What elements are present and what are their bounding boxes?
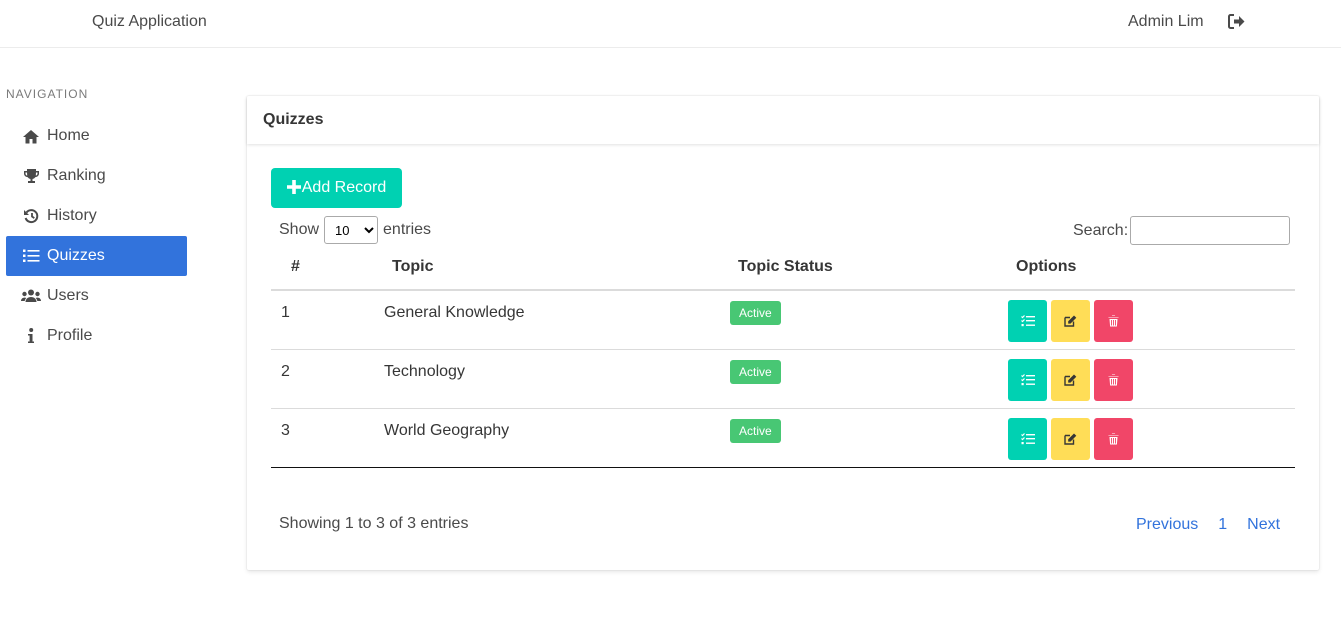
top-navbar: Quiz Application Admin Lim	[0, 0, 1341, 48]
sidebar-item-label: Ranking	[47, 167, 106, 184]
column-header-topic[interactable]: Topic	[384, 244, 730, 291]
trophy-icon	[21, 167, 41, 185]
info-icon	[21, 327, 41, 345]
next-page-link[interactable]: Next	[1247, 516, 1280, 534]
search-input[interactable]	[1130, 216, 1291, 245]
column-header-options[interactable]: Options	[1008, 244, 1295, 291]
home-icon	[21, 127, 41, 145]
previous-page-link[interactable]: Previous	[1136, 516, 1198, 534]
trash-icon	[1108, 373, 1119, 386]
card-title: Quizzes	[263, 111, 324, 128]
pagination: Previous 1 Next	[1136, 516, 1280, 534]
show-label: Show	[279, 221, 320, 238]
status-badge: Active	[730, 418, 781, 443]
users-icon	[21, 287, 41, 305]
edit-icon	[1064, 433, 1077, 445]
table-row: 3 World Geography Active	[271, 408, 1295, 468]
trash-icon	[1108, 432, 1119, 445]
page-1-link[interactable]: 1	[1218, 516, 1227, 534]
sidebar-item-label: History	[47, 207, 97, 224]
edit-button[interactable]	[1051, 358, 1090, 401]
search-control: Search:	[1073, 216, 1291, 245]
entries-length-control: Show 10 entries	[279, 216, 431, 244]
view-questions-button[interactable]	[1008, 358, 1047, 401]
add-record-label: Add Record	[301, 179, 387, 196]
tasks-icon	[1020, 315, 1035, 327]
sidebar-item-quizzes[interactable]: Quizzes	[6, 236, 187, 276]
tasks-icon	[1020, 373, 1035, 385]
edit-icon	[1064, 315, 1077, 327]
plus-icon	[286, 178, 301, 198]
sidebar-item-profile[interactable]: Profile	[6, 316, 187, 356]
entries-label: entries	[383, 221, 432, 238]
table-row: 1 General Knowledge Active	[271, 290, 1295, 350]
table-row: 2 Technology Active	[271, 349, 1295, 409]
sidebar-item-home[interactable]: Home	[6, 116, 187, 156]
view-questions-button[interactable]	[1008, 300, 1047, 342]
row-topic: General Knowledge	[384, 290, 730, 350]
view-questions-button[interactable]	[1008, 417, 1047, 460]
entries-select[interactable]: 10	[324, 216, 379, 244]
row-topic: Technology	[384, 349, 730, 409]
column-header-topic-status[interactable]: Topic Status	[730, 244, 1008, 291]
sidebar-menu: Home Ranking History Quizzes Users Profi…	[6, 116, 187, 356]
row-number: 3	[271, 408, 384, 468]
column-header-number[interactable]: #	[271, 244, 384, 291]
quizzes-card: Quizzes Add Record Show 10 entries Searc…	[247, 96, 1319, 570]
edit-icon	[1064, 374, 1077, 386]
table-header-row: # Topic Topic Status Options	[271, 244, 1295, 291]
edit-button[interactable]	[1051, 300, 1090, 342]
sidebar-item-label: Profile	[47, 327, 93, 344]
delete-button[interactable]	[1094, 300, 1133, 342]
sidebar-item-users[interactable]: Users	[6, 276, 187, 316]
history-icon	[21, 207, 41, 225]
edit-button[interactable]	[1051, 417, 1090, 460]
row-number: 2	[271, 349, 384, 409]
table-info: Showing 1 to 3 of 3 entries	[279, 515, 469, 532]
menu-label: NAVIGATION	[6, 87, 89, 101]
sign-out-icon[interactable]	[1228, 14, 1246, 32]
sidebar-item-label: Home	[47, 127, 90, 144]
delete-button[interactable]	[1094, 417, 1133, 460]
status-badge: Active	[730, 359, 781, 384]
tasks-icon	[1020, 432, 1035, 444]
sidebar-item-label: Quizzes	[47, 247, 105, 264]
card-header: Quizzes	[247, 96, 1319, 144]
list-icon	[21, 247, 41, 265]
sidebar-item-label: Users	[47, 287, 89, 304]
quizzes-table: # Topic Topic Status Options 1 General K…	[271, 244, 1295, 468]
delete-button[interactable]	[1094, 358, 1133, 401]
row-number: 1	[271, 290, 384, 350]
row-topic: World Geography	[384, 408, 730, 468]
status-badge: Active	[730, 301, 781, 325]
app-title[interactable]: Quiz Application	[92, 13, 207, 31]
user-name[interactable]: Admin Lim	[1128, 13, 1204, 31]
trash-icon	[1108, 315, 1119, 327]
sidebar-item-ranking[interactable]: Ranking	[6, 156, 187, 196]
sidebar-item-history[interactable]: History	[6, 196, 187, 236]
search-label: Search:	[1073, 221, 1129, 239]
add-record-button[interactable]: Add Record	[271, 168, 402, 208]
